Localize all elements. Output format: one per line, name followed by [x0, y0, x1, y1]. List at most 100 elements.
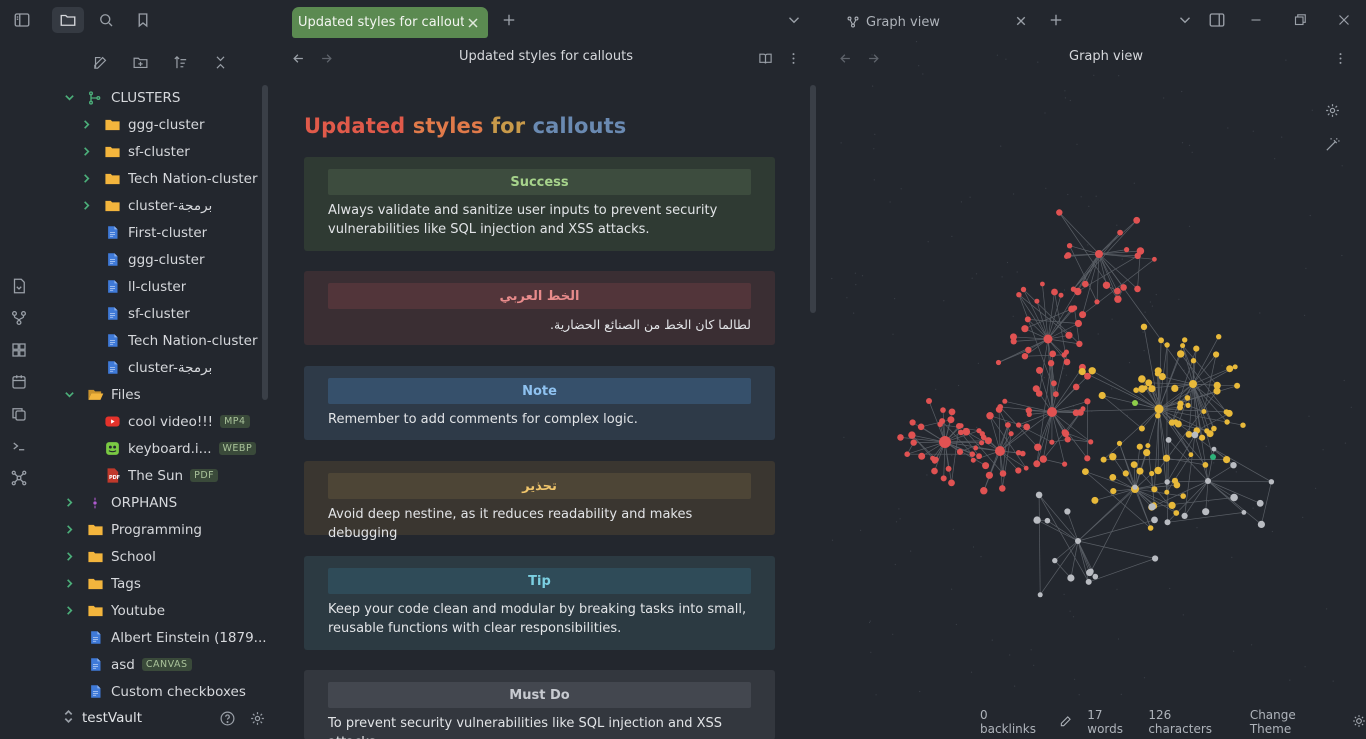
graph-node[interactable] — [918, 452, 926, 460]
graph-node[interactable] — [1047, 360, 1055, 367]
graph-node[interactable] — [1023, 423, 1031, 431]
graph-node[interactable] — [1035, 390, 1043, 397]
graph-node[interactable] — [1061, 352, 1067, 358]
graph-node[interactable] — [980, 434, 987, 441]
graph-node[interactable] — [1132, 484, 1138, 490]
more-options-button[interactable] — [780, 47, 806, 69]
graph-node[interactable] — [1240, 422, 1246, 428]
graph-node[interactable] — [1043, 334, 1053, 344]
graph-node[interactable] — [1051, 288, 1058, 296]
daily-note-button[interactable] — [0, 366, 38, 398]
graph-node[interactable] — [939, 418, 946, 425]
graph-node[interactable] — [969, 451, 976, 458]
graph-node[interactable] — [1199, 434, 1206, 441]
graph-node[interactable] — [1024, 316, 1031, 323]
new-tab-button-right[interactable] — [1040, 7, 1072, 33]
graph-node[interactable] — [1206, 430, 1214, 438]
graph-node[interactable] — [970, 457, 976, 463]
graph-node[interactable] — [948, 479, 955, 487]
graph-node[interactable] — [1234, 382, 1241, 389]
graph-node[interactable] — [956, 423, 963, 430]
minimize-button[interactable] — [1240, 7, 1272, 33]
graph-node[interactable] — [1165, 437, 1172, 443]
tree-item[interactable]: ggg-cluster — [40, 111, 268, 138]
callout-title[interactable]: Tip — [328, 568, 751, 594]
graph-node[interactable] — [1110, 488, 1117, 495]
graph-node[interactable] — [1016, 292, 1022, 298]
graph-node[interactable] — [926, 398, 932, 404]
graph-node[interactable] — [1158, 373, 1166, 381]
graph-node[interactable] — [1202, 508, 1210, 516]
graph-node[interactable] — [1177, 400, 1184, 407]
graph-node[interactable] — [995, 359, 1002, 366]
graph-node[interactable] — [1124, 247, 1130, 253]
graph-node[interactable] — [1079, 311, 1087, 319]
graph-node[interactable] — [1154, 404, 1164, 414]
graph-node[interactable] — [1257, 520, 1265, 528]
collapse-all-button[interactable] — [204, 49, 236, 75]
graph-node[interactable] — [1145, 379, 1153, 387]
graph-node[interactable] — [1134, 252, 1141, 260]
graph-node[interactable] — [1075, 538, 1081, 544]
graph-node[interactable] — [940, 407, 946, 413]
graph-node[interactable] — [1185, 431, 1193, 438]
graph-node[interactable] — [1168, 419, 1176, 426]
graph-node[interactable] — [1098, 391, 1106, 400]
new-folder-button[interactable] — [124, 49, 156, 75]
graph-node[interactable] — [1068, 305, 1076, 313]
callout-title[interactable]: الخط العربي — [328, 283, 751, 309]
sort-order-button[interactable] — [164, 49, 196, 75]
graph-node[interactable] — [1053, 391, 1059, 398]
settings-button[interactable] — [242, 704, 272, 732]
graph-node[interactable] — [931, 467, 938, 475]
graph-node[interactable] — [1091, 496, 1099, 504]
graph-node[interactable] — [1049, 439, 1055, 445]
graph-node[interactable] — [1180, 493, 1186, 499]
graph-node[interactable] — [1182, 337, 1188, 343]
graph-node[interactable] — [1136, 467, 1144, 475]
graph-node[interactable] — [939, 436, 951, 448]
tree-item[interactable]: Albert Einstein (1879... — [40, 624, 268, 651]
chevron-right-icon[interactable] — [79, 118, 93, 132]
graph-node[interactable] — [1016, 422, 1022, 428]
graph-node[interactable] — [1180, 343, 1186, 349]
graph-node[interactable] — [973, 445, 979, 451]
graph-node[interactable] — [1051, 380, 1057, 387]
tree-item[interactable]: Tech Nation-cluster — [40, 165, 268, 192]
graph-node[interactable] — [904, 451, 910, 458]
graph-node[interactable] — [948, 408, 956, 416]
graph-node[interactable] — [1094, 299, 1100, 305]
graph-node[interactable] — [1133, 216, 1141, 224]
chevron-right-icon[interactable] — [62, 577, 76, 591]
graph-node[interactable] — [995, 446, 1005, 456]
graph-node[interactable] — [1147, 525, 1154, 531]
vault-name[interactable]: testVault — [82, 710, 212, 726]
chevron-updown-icon[interactable] — [60, 708, 80, 729]
graph-node[interactable] — [999, 485, 1006, 492]
tree-item[interactable]: sf-cluster — [40, 300, 268, 327]
graph-node[interactable] — [1133, 387, 1139, 394]
graph-node[interactable] — [1010, 338, 1017, 345]
graph-canvas[interactable] — [828, 41, 1366, 701]
graph-node[interactable] — [1025, 346, 1032, 354]
graph-node[interactable] — [940, 475, 947, 482]
graph-node[interactable] — [1116, 440, 1123, 446]
new-note-button[interactable] — [84, 49, 116, 75]
graph-node[interactable] — [976, 453, 982, 460]
tree-item[interactable]: ORPHANS — [40, 489, 268, 516]
tree-item[interactable]: Programming — [40, 516, 268, 543]
graph-node[interactable] — [1155, 412, 1161, 419]
graph-node[interactable] — [1078, 368, 1086, 376]
open-quick-switcher-button[interactable] — [0, 270, 38, 302]
graph-node[interactable] — [1037, 592, 1043, 598]
graph-node[interactable] — [1120, 284, 1127, 291]
graph-node[interactable] — [1174, 420, 1182, 428]
sun-icon[interactable] — [1352, 714, 1366, 731]
graph-settings-button[interactable] — [1319, 97, 1345, 123]
tree-item[interactable]: sf-cluster — [40, 138, 268, 165]
graph-node[interactable] — [917, 423, 925, 431]
chevron-right-icon[interactable] — [62, 604, 76, 618]
graph-node[interactable] — [997, 404, 1004, 410]
graph-node[interactable] — [1138, 425, 1145, 432]
graph-node[interactable] — [1171, 384, 1179, 392]
